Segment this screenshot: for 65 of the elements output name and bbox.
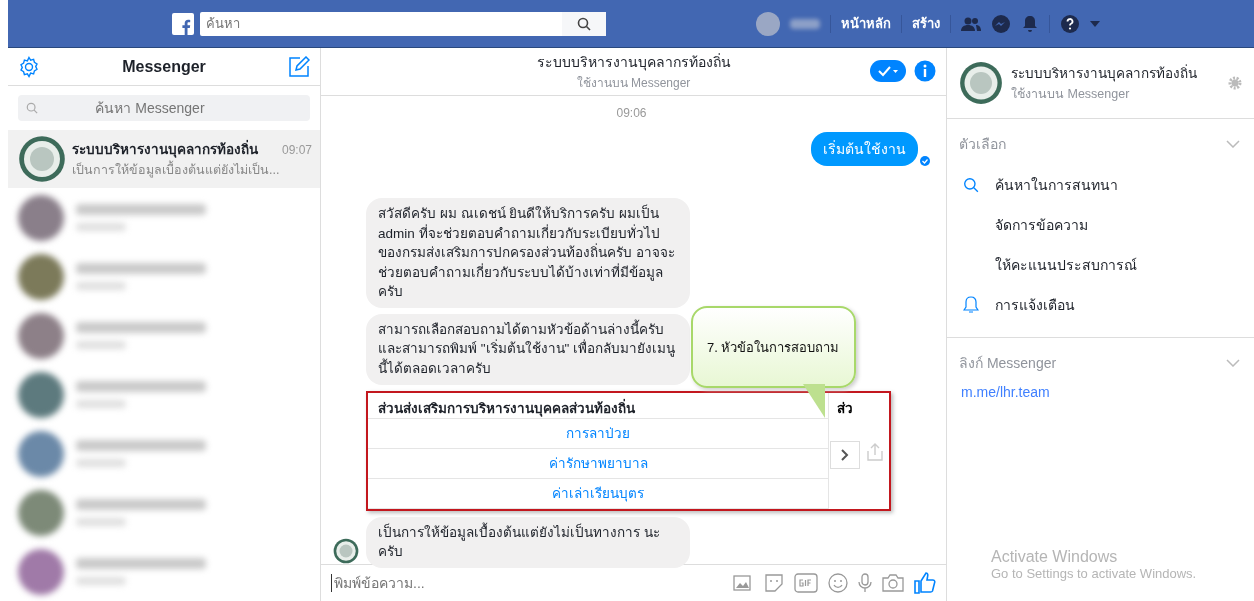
option-item[interactable]: ค้นหาในการสนทนา (995, 174, 1118, 196)
conversation-name: ระบบบริหารงานบุคลากรท้องถิ่น (72, 139, 258, 160)
card-option-button[interactable]: ค่าเล่าเรียนบุตร (368, 478, 828, 509)
profile-avatar[interactable] (756, 11, 780, 36)
chat-subtitle: ใช้งานบน Messenger (576, 75, 691, 92)
chevron-right-icon (841, 448, 849, 461)
people-icon[interactable] (961, 15, 981, 32)
sidebar-title: Messenger (122, 57, 206, 76)
section-title: ลิงก์ Messenger (959, 354, 1057, 373)
chevron-down-icon[interactable] (1226, 140, 1240, 148)
gif-icon[interactable] (794, 573, 818, 593)
compose-icon[interactable] (288, 55, 310, 78)
emblem-logo (959, 61, 1003, 105)
camera-icon[interactable] (882, 574, 904, 592)
blurred-name (790, 18, 820, 29)
thumbs-up-icon[interactable] (914, 572, 936, 594)
search-button[interactable] (562, 11, 606, 36)
settings-icon[interactable] (1228, 76, 1242, 90)
emblem-logo (18, 135, 66, 183)
emoji-icon[interactable] (828, 573, 848, 593)
bell-icon[interactable] (1021, 14, 1039, 33)
facebook-logo-icon[interactable] (172, 12, 194, 35)
check-icon (877, 65, 899, 77)
callout-text: 7. หัวข้อในการสอบถาม (707, 338, 840, 357)
conversation-item[interactable]: ระบบบริหารงานบุคลากรท้องถิ่น 09:07 เป็นการให้ข้อมูลเบื้องต้นแต่ยังไม่เป็น... (8, 130, 320, 188)
next-card-title: ส่ว (837, 399, 853, 418)
search-field[interactable]: ค้นหา Messenger (18, 95, 310, 121)
search-field[interactable]: ค้นหา (200, 11, 562, 36)
card-option-button[interactable]: การลาป่วย (368, 418, 828, 449)
settings-icon[interactable] (18, 55, 40, 78)
microphone-icon[interactable] (858, 573, 872, 593)
card-option-button[interactable]: ค่ารักษาพยาบาล (368, 448, 828, 479)
option-item[interactable]: จัดการข้อความ (995, 214, 1088, 236)
bell-icon (963, 296, 979, 314)
received-message: เป็นการให้ข้อมูลเบื้องต้นแต่ยังไม่เป็นทางการ นะครับ (366, 516, 690, 568)
sticker-icon[interactable] (764, 573, 784, 593)
check-dropdown-button[interactable] (870, 60, 906, 82)
conversation-time: 09:07 (281, 143, 312, 157)
received-message: สามารถเลือกสอบถามได้ตามหัวข้อด้านล่างนี้ครับ และสามารถพิมพ์ "เริ่มต้นใช้งาน" เพื่อกลับมายังเมนูนี้ได้ตลอดเวลาครับ (366, 313, 690, 385)
seen-check-icon (920, 156, 930, 166)
nav-link[interactable]: สร้าง (912, 13, 940, 34)
sent-message: เริ่มต้นใช้งาน (811, 132, 918, 166)
activation-notice-text: Go to Settings to activate Windows. (991, 566, 1198, 581)
received-message: สวัสดีครับ ผม ณเดชน์ ยินดีให้บริการครับ ผมเป็น admin ที่จะช่วยตอบคำถามเกี่ยวกับระเบียบทั่วไปของกรมส่งเสริมการปกครองส่วนท้องถิ่นครับ อาจจะช่วยตอบคำถามเกี่ยวกับระบบได้บ้างเท่าที่มีข้อมูลครับ (366, 198, 690, 308)
search-icon (963, 177, 979, 193)
option-item[interactable]: การแจ้งเตือน (995, 294, 1075, 316)
caret-icon[interactable] (1090, 20, 1100, 27)
message-timestamp: 09:06 (616, 106, 647, 120)
activation-notice-title: Activate Windows (991, 548, 1119, 566)
info-icon[interactable] (914, 60, 936, 82)
messenger-link[interactable]: m.me/lhr.team (947, 384, 1254, 400)
nav-link[interactable]: หน้าหลัก (841, 13, 891, 34)
option-item[interactable]: ให้คะแนนประสบการณ์ (995, 254, 1137, 276)
page-name: ระบบบริหารงานบุคลากรท้องถิ่น (1011, 63, 1198, 84)
page-subtitle: ใช้งานบน Messenger (1011, 86, 1131, 103)
conversation-preview: เป็นการให้ข้อมูลเบื้องต้นแต่ยังไม่เป็น... (72, 160, 312, 180)
search-icon (26, 102, 38, 114)
chat-title: ระบบบริหารงานบุคลากรท้องถิ่น (536, 52, 731, 73)
help-icon[interactable] (1060, 13, 1080, 34)
messenger-icon[interactable] (991, 13, 1011, 34)
image-icon[interactable] (732, 573, 754, 593)
search-icon (577, 16, 591, 31)
section-title: ตัวเลือก (959, 135, 1006, 154)
chevron-down-icon[interactable] (1226, 359, 1240, 367)
next-card-button[interactable] (830, 440, 860, 469)
